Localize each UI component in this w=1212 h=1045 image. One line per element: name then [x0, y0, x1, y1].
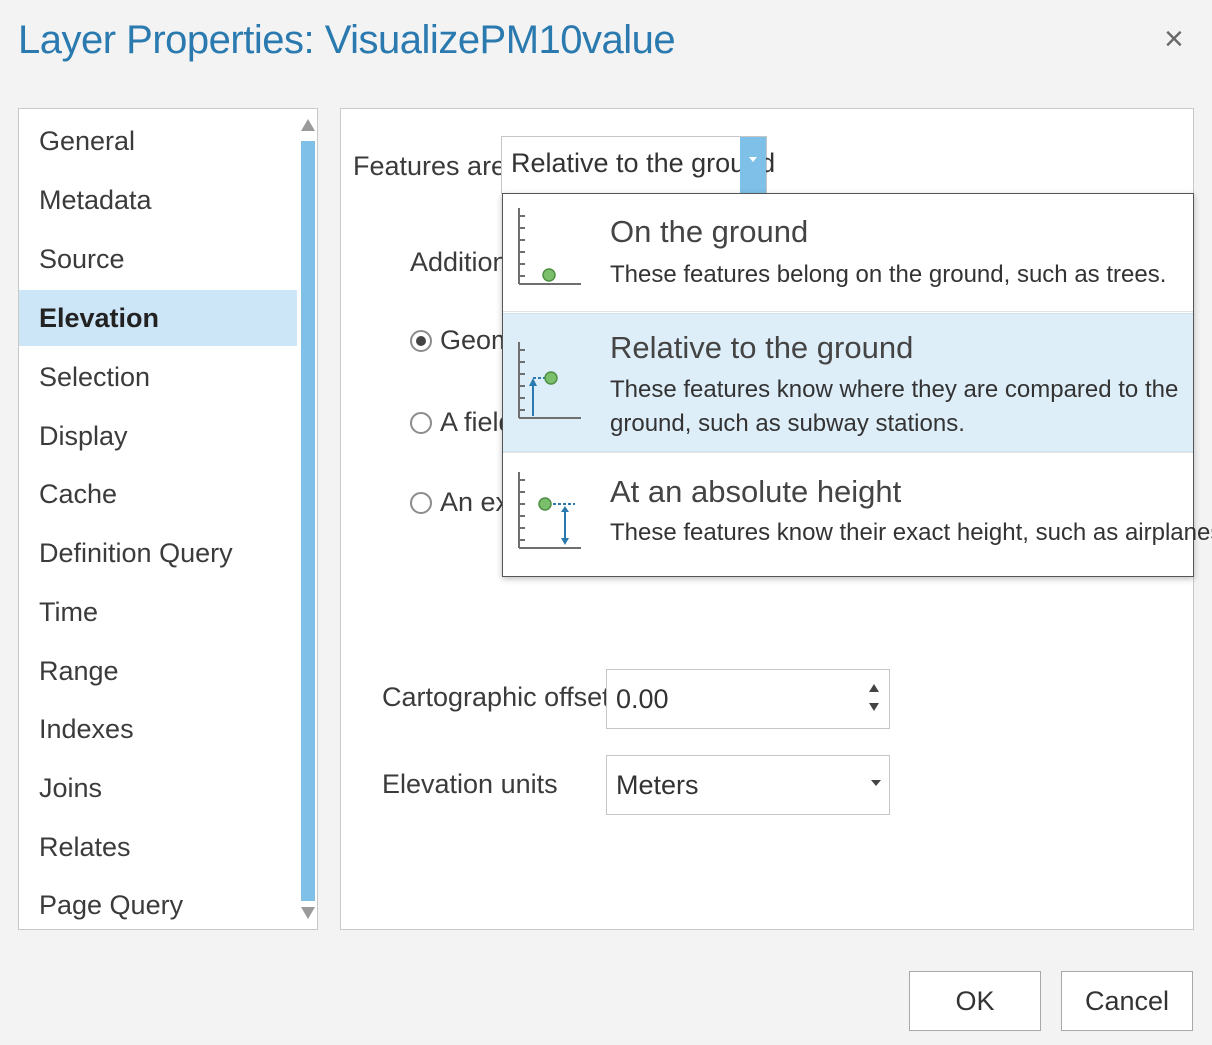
radio-expression[interactable] [410, 492, 432, 514]
spin-down-icon[interactable] [869, 703, 879, 711]
radio-field[interactable] [410, 412, 432, 434]
radio-geometry[interactable] [410, 330, 432, 352]
nav-item-selection[interactable]: Selection [19, 349, 297, 405]
layer-properties-dialog: Layer Properties: VisualizePM10value × G… [0, 0, 1212, 1045]
nav-item-metadata[interactable]: Metadata [19, 172, 297, 228]
option-title: At an absolute height [610, 474, 902, 509]
spin-up-icon[interactable] [869, 684, 879, 692]
option-divider [503, 311, 1193, 312]
elevation-units-label: Elevation units [382, 769, 558, 799]
nav-item-time[interactable]: Time [19, 584, 297, 640]
elevation-units-select[interactable]: Meters [606, 755, 890, 815]
option-at-an-absolute-height[interactable]: At an absolute height These features kno… [503, 454, 1212, 576]
dialog-title: Layer Properties: VisualizePM10value [18, 18, 676, 62]
chevron-down-icon [871, 780, 881, 786]
scroll-down-arrow-icon[interactable] [301, 907, 315, 919]
option-divider [503, 452, 1193, 453]
chevron-down-icon [749, 157, 757, 162]
absolute-height-icon [518, 472, 581, 549]
features-are-combobox[interactable]: Relative to the ground [501, 136, 775, 194]
ok-button[interactable]: OK [909, 971, 1041, 1031]
option-description-line2: ground, such as subway stations. [610, 410, 965, 437]
scrollbar-thumb[interactable] [301, 141, 315, 901]
nav-item-page-query[interactable]: Page Query [19, 877, 297, 929]
option-relative-to-the-ground[interactable]: Relative to the ground These features kn… [503, 313, 1193, 452]
properties-nav-list: General Metadata Source Elevation Select… [18, 108, 318, 930]
option-title: Relative to the ground [610, 330, 914, 365]
features-are-label: Features are [353, 151, 507, 181]
relative-ground-icon [518, 342, 581, 419]
features-are-value: Relative to the ground [511, 148, 776, 178]
option-description: These features belong on the ground, suc… [610, 261, 1167, 288]
option-title: On the ground [610, 214, 809, 249]
option-on-the-ground[interactable]: On the ground These features belong on t… [503, 194, 1193, 311]
nav-item-display[interactable]: Display [19, 408, 297, 464]
option-description: These features know their exact height, … [610, 519, 1212, 546]
nav-item-range[interactable]: Range [19, 643, 297, 699]
combobox-dropdown-button[interactable] [740, 137, 766, 193]
nav-item-relates[interactable]: Relates [19, 819, 297, 875]
nav-item-elevation[interactable]: Elevation [19, 290, 297, 346]
cartographic-offset-label: Cartographic offset [382, 682, 610, 712]
nav-item-cache[interactable]: Cache [19, 466, 297, 522]
elevation-units-value: Meters [616, 770, 699, 800]
cartographic-offset-input[interactable]: 0.00 [606, 669, 890, 729]
cartographic-offset-value: 0.00 [616, 684, 669, 714]
scroll-up-arrow-icon[interactable] [301, 119, 315, 131]
cancel-button[interactable]: Cancel [1061, 971, 1193, 1031]
nav-item-general[interactable]: General [19, 113, 297, 169]
on-ground-icon [518, 208, 581, 285]
features-are-dropdown: On the ground These features belong on t… [502, 193, 1212, 577]
option-description: These features know where they are compa… [610, 376, 1179, 403]
close-icon[interactable]: × [1164, 22, 1184, 56]
nav-item-source[interactable]: Source [19, 231, 297, 287]
nav-item-definition-query[interactable]: Definition Query [19, 525, 297, 581]
nav-scrollbar[interactable] [298, 109, 317, 929]
nav-item-joins[interactable]: Joins [19, 760, 297, 816]
nav-item-indexes[interactable]: Indexes [19, 701, 297, 757]
